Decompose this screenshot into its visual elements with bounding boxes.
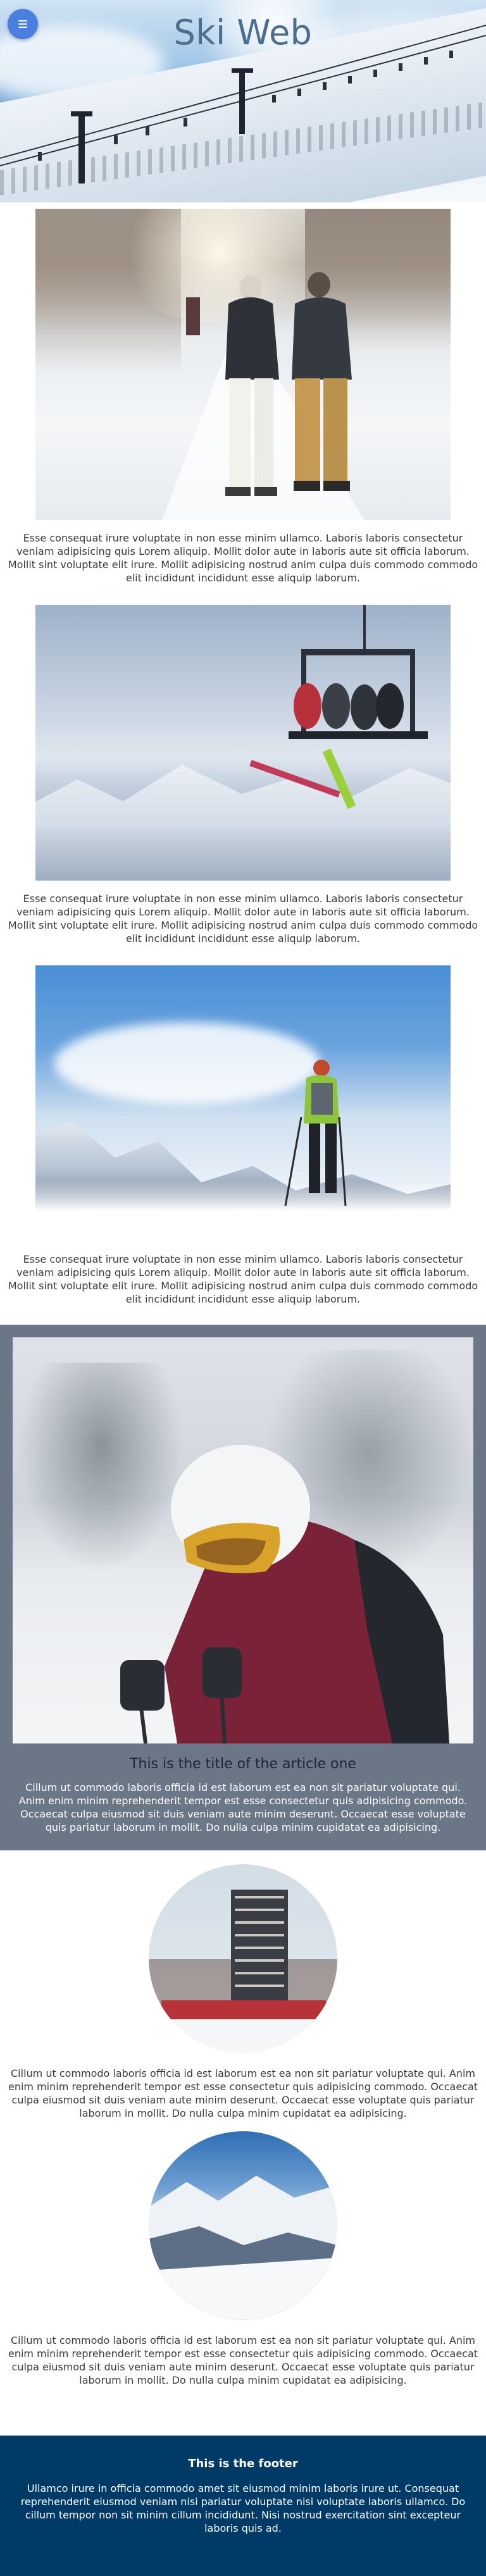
round-image-mountain-valley [149, 2131, 337, 2320]
skier-illustration [284, 1060, 347, 1206]
round-section-1: Cillum ut commodo laboris officia id est… [0, 1864, 486, 2120]
article-text: Cillum ut commodo laboris officia id est… [18, 1781, 468, 1833]
section-text: Esse consequat irure voluptate in non es… [8, 1253, 478, 1305]
site-title: Ski Web [173, 13, 313, 53]
article-card: This is the title of the article one Cil… [0, 1325, 486, 1850]
footer-text: Ullamco irure in officia commodo amet si… [20, 2482, 466, 2534]
photo-skier-goggles [13, 1337, 473, 1743]
content-section-3: Esse consequat irure voluptate in non es… [0, 965, 486, 1306]
photo-skier-peak [35, 965, 451, 1241]
round-image-resort-building [149, 1864, 337, 2053]
section-text: Esse consequat irure voluptate in non es… [8, 893, 478, 944]
goggle-skier-illustration [120, 1445, 449, 1743]
article-title: This is the title of the article one [130, 1756, 356, 1772]
content-section-1: Esse consequat irure voluptate in non es… [0, 209, 486, 585]
photo-winter-walkers [35, 209, 451, 520]
round-section-2: Cillum ut commodo laboris officia id est… [0, 2131, 486, 2387]
chairlift-photo-illustration [249, 605, 428, 809]
section-text: Esse consequat irure voluptate in non es… [8, 532, 478, 584]
walkers-illustration [162, 272, 364, 520]
footer-title: This is the footer [188, 2457, 298, 2470]
page-footer: This is the footer Ullamco irure in offi… [0, 2436, 486, 2576]
hamburger-menu-icon [18, 20, 27, 28]
photo-chairlift [35, 605, 451, 881]
content-section-2: Esse consequat irure voluptate in non es… [0, 605, 486, 945]
menu-button[interactable] [8, 9, 38, 39]
resort-building-illustration [149, 1890, 337, 2053]
round-text: Cillum ut commodo laboris officia id est… [8, 2334, 478, 2386]
hero-header: Ski Web [0, 0, 486, 202]
mountain-valley-illustration [149, 2176, 337, 2320]
round-text: Cillum ut commodo laboris officia id est… [8, 2067, 478, 2119]
